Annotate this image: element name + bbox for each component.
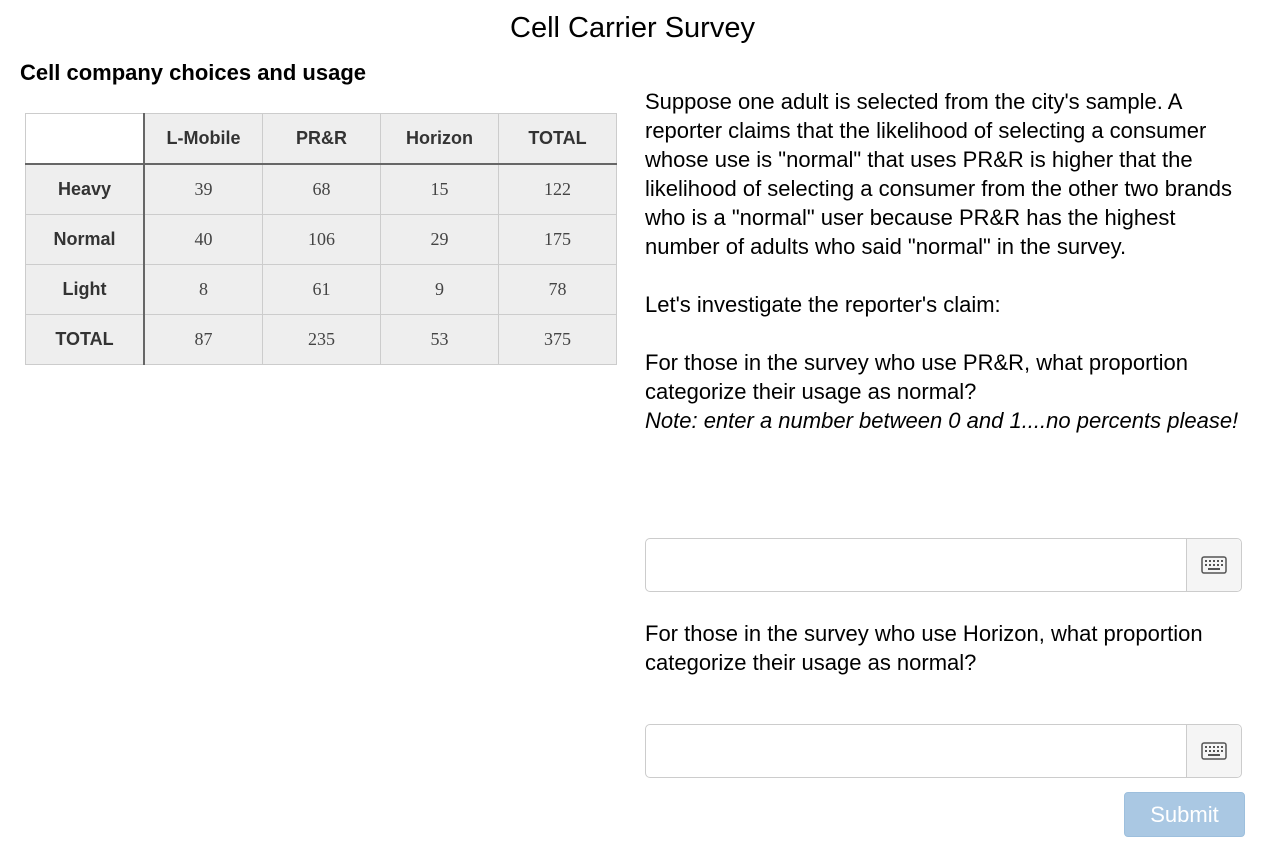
submit-button[interactable]: Submit — [1124, 792, 1245, 837]
investigate-text: Let's investigate the reporter's claim: — [645, 292, 1001, 317]
keyboard-icon — [1201, 556, 1227, 574]
question-2-text: For those in the survey who use Horizon,… — [645, 621, 1203, 675]
table-cell: 40 — [143, 214, 263, 265]
page-title: Cell Carrier Survey — [510, 12, 755, 44]
answer-input-2[interactable] — [646, 725, 1186, 777]
column-header-l-mobile: L-Mobile — [143, 113, 263, 165]
table-cell: 61 — [262, 264, 381, 315]
table-cell: 15 — [380, 163, 499, 215]
row-header-heavy: Heavy — [25, 163, 145, 215]
keyboard-button-2[interactable] — [1186, 725, 1241, 777]
question-1-text: For those in the survey who use PR&R, wh… — [645, 350, 1188, 404]
table-row: TOTAL 87 235 53 375 — [25, 314, 617, 365]
answer-input-1[interactable] — [646, 539, 1186, 591]
column-header-prr: PR&R — [262, 113, 381, 165]
table-cell: 375 — [498, 314, 617, 365]
survey-table: L-Mobile PR&R Horizon TOTAL Heavy 39 68 … — [25, 113, 617, 365]
intro-paragraph: Suppose one adult is selected from the c… — [645, 89, 1232, 259]
table-heading: Cell company choices and usage — [20, 60, 367, 85]
table-cell: 106 — [262, 214, 381, 265]
table-corner-cell — [25, 113, 145, 165]
keyboard-button-1[interactable] — [1186, 539, 1241, 591]
question-panel: Suppose one adult is selected from the c… — [645, 87, 1245, 435]
table-cell: 175 — [498, 214, 617, 265]
table-cell: 29 — [380, 214, 499, 265]
column-header-total: TOTAL — [498, 113, 617, 165]
table-row: Light 8 61 9 78 — [25, 264, 617, 315]
row-header-normal: Normal — [25, 214, 145, 265]
table-cell: 68 — [262, 163, 381, 215]
table-cell: 9 — [380, 264, 499, 315]
answer-field-2 — [645, 724, 1242, 778]
table-header-row: L-Mobile PR&R Horizon TOTAL — [25, 113, 617, 165]
row-header-total: TOTAL — [25, 314, 145, 365]
table-row: Heavy 39 68 15 122 — [25, 163, 617, 215]
table-cell: 87 — [143, 314, 263, 365]
table-cell: 53 — [380, 314, 499, 365]
table-row: Normal 40 106 29 175 — [25, 214, 617, 265]
table-cell: 8 — [143, 264, 263, 315]
table-cell: 235 — [262, 314, 381, 365]
table-cell: 39 — [143, 163, 263, 215]
keyboard-icon — [1201, 742, 1227, 760]
table-cell: 122 — [498, 163, 617, 215]
column-header-horizon: Horizon — [380, 113, 499, 165]
question-1-note: Note: enter a number between 0 and 1....… — [645, 408, 1239, 433]
table-cell: 78 — [498, 264, 617, 315]
answer-field-1 — [645, 538, 1242, 592]
row-header-light: Light — [25, 264, 145, 315]
